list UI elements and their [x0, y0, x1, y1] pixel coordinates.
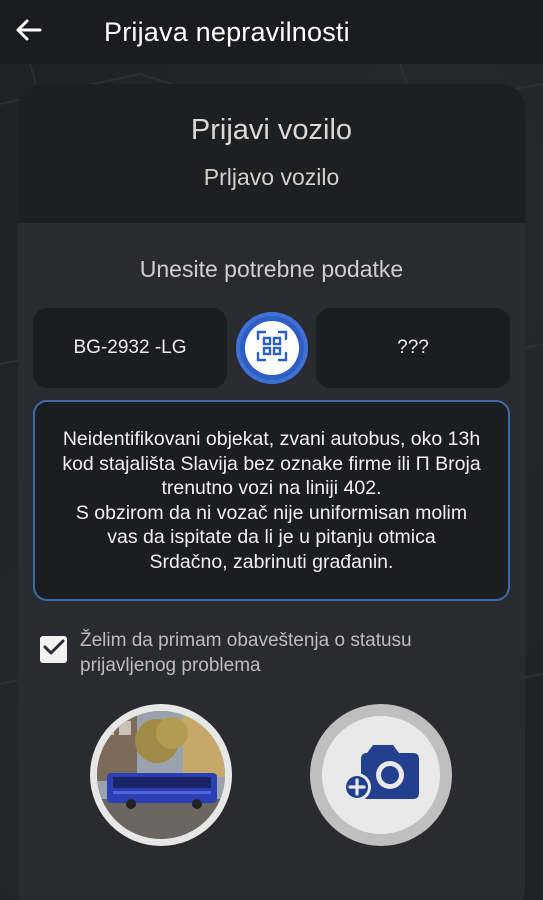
- app-bar: Prijava nepravilnosti: [0, 0, 543, 64]
- description-text: Neidentifikovani objekat, zvani autobus,…: [62, 428, 481, 573]
- add-photo-button[interactable]: [310, 704, 452, 846]
- notify-checkbox[interactable]: [40, 636, 67, 663]
- notify-option: Želim da primam obaveštenja o statusu pr…: [40, 628, 500, 678]
- line-number-field[interactable]: ???: [316, 308, 510, 388]
- back-button[interactable]: [14, 8, 78, 56]
- add-camera-icon: [341, 741, 421, 810]
- description-textarea[interactable]: Neidentifikovani objekat, zvani autobus,…: [33, 400, 510, 601]
- qr-scan-icon: [255, 329, 289, 368]
- card-header: Prijavi vozilo Prljavo vozilo: [18, 84, 525, 223]
- report-subcategory: Prljavo vozilo: [203, 164, 340, 190]
- page-title: Prijava nepravilnosti: [104, 16, 350, 47]
- attached-photo[interactable]: [90, 704, 232, 846]
- scan-button[interactable]: [236, 312, 308, 384]
- bus-photo-thumbnail: [97, 711, 225, 839]
- arrow-left-icon: [14, 18, 42, 47]
- license-plate-field[interactable]: BG-2932 -LG: [33, 308, 227, 388]
- report-card: Prijavi vozilo Prljavo vozilo Unesite po…: [18, 84, 525, 900]
- checkmark-icon: [43, 638, 65, 661]
- notify-label: Želim da primam obaveštenja o statusu pr…: [80, 630, 412, 676]
- instructions-text: Unesite potrebne podatke: [139, 256, 404, 282]
- vehicle-identification-row: BG-2932 -LG ???: [33, 308, 510, 388]
- report-category-title: Prijavi vozilo: [190, 114, 353, 146]
